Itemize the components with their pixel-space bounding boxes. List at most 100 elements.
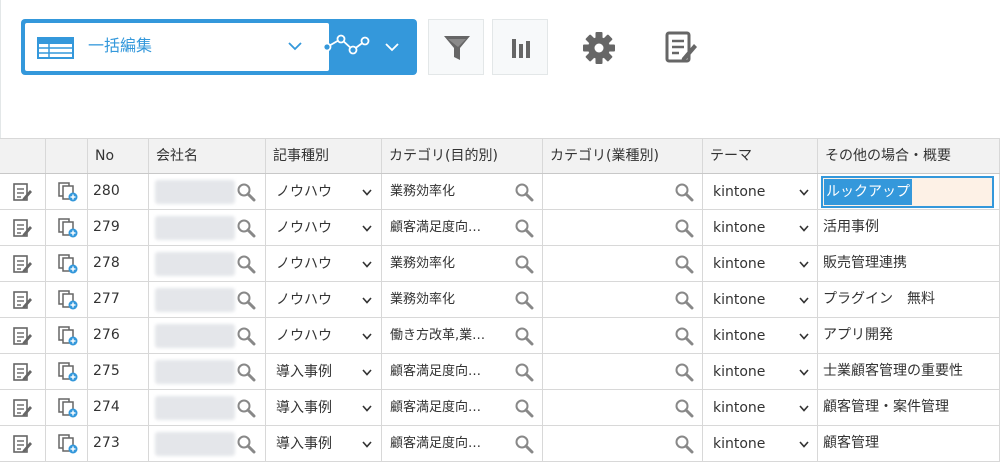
theme-select[interactable]: kintone	[703, 210, 818, 245]
edit-record-button[interactable]	[0, 282, 46, 317]
category-industry-field[interactable]	[543, 390, 703, 425]
view-dropdown[interactable]: 一括編集	[25, 23, 329, 71]
theme-select[interactable]: kintone	[703, 174, 818, 209]
copy-record-button[interactable]	[46, 282, 88, 317]
theme-dropdown[interactable]: kintone	[705, 359, 815, 385]
other-summary-field[interactable]: 顧客管理・案件管理	[818, 390, 1000, 425]
category-purpose-field[interactable]: 業務効率化	[382, 282, 543, 317]
theme-dropdown[interactable]: kintone	[705, 431, 815, 457]
copy-record-button[interactable]	[46, 318, 88, 353]
lookup-search-icon[interactable]	[674, 254, 694, 274]
category-industry-field[interactable]	[543, 282, 703, 317]
category-purpose-field[interactable]: 顧客満足度向…	[382, 426, 543, 461]
article-type-dropdown[interactable]: 導入事例	[268, 431, 378, 457]
company-name-field[interactable]	[149, 390, 266, 425]
category-industry-field[interactable]	[543, 210, 703, 245]
lookup-search-icon[interactable]	[514, 398, 534, 418]
edit-record-button[interactable]	[0, 210, 46, 245]
header-other-summary[interactable]: その他の場合・概要	[818, 139, 1000, 173]
company-name-field[interactable]	[149, 174, 266, 209]
category-industry-field[interactable]	[543, 426, 703, 461]
edit-record-button[interactable]	[0, 246, 46, 281]
copy-record-button[interactable]	[46, 210, 88, 245]
edit-record-button[interactable]	[0, 426, 46, 461]
other-summary-field[interactable]: アプリ開発	[818, 318, 1000, 353]
theme-select[interactable]: kintone	[703, 246, 818, 281]
other-summary-field[interactable]: 販売管理連携	[818, 246, 1000, 281]
company-name-field[interactable]	[149, 246, 266, 281]
lookup-search-icon[interactable]	[236, 290, 256, 310]
lookup-search-icon[interactable]	[514, 326, 534, 346]
other-summary-field[interactable]: プラグイン 無料	[818, 282, 1000, 317]
lookup-search-icon[interactable]	[514, 254, 534, 274]
theme-dropdown[interactable]: kintone	[705, 395, 815, 421]
lookup-search-icon[interactable]	[236, 326, 256, 346]
company-name-field[interactable]	[149, 210, 266, 245]
theme-dropdown[interactable]: kintone	[705, 323, 815, 349]
theme-dropdown[interactable]: kintone	[705, 251, 815, 277]
active-edit-field[interactable]: ルックアップ	[821, 176, 994, 208]
article-type-dropdown[interactable]: ノウハウ	[268, 251, 378, 277]
header-company[interactable]: 会社名	[149, 139, 266, 173]
copy-record-button[interactable]	[46, 390, 88, 425]
company-name-field[interactable]	[149, 318, 266, 353]
article-type-dropdown[interactable]: 導入事例	[268, 359, 378, 385]
lookup-search-icon[interactable]	[514, 290, 534, 310]
category-purpose-field[interactable]: 顧客満足度向…	[382, 354, 543, 389]
header-category-purpose[interactable]: カテゴリ(目的別)	[382, 139, 543, 173]
graph-dropdown-button[interactable]	[313, 19, 417, 75]
other-summary-field[interactable]: ルックアップ	[818, 174, 1000, 209]
other-summary-field[interactable]: 顧客管理	[818, 426, 1000, 461]
lookup-search-icon[interactable]	[514, 362, 534, 382]
category-purpose-field[interactable]: 顧客満足度向…	[382, 390, 543, 425]
company-name-field[interactable]	[149, 426, 266, 461]
theme-select[interactable]: kintone	[703, 426, 818, 461]
graph-button[interactable]	[492, 19, 548, 75]
category-industry-field[interactable]	[543, 354, 703, 389]
header-category-industry[interactable]: カテゴリ(業種別)	[543, 139, 703, 173]
article-type-dropdown[interactable]: ノウハウ	[268, 323, 378, 349]
article-type-dropdown[interactable]: ノウハウ	[268, 215, 378, 241]
lookup-search-icon[interactable]	[674, 434, 694, 454]
lookup-search-icon[interactable]	[236, 434, 256, 454]
header-no[interactable]: No	[88, 139, 149, 173]
category-purpose-field[interactable]: 業務効率化	[382, 246, 543, 281]
copy-record-button[interactable]	[46, 174, 88, 209]
article-type-select[interactable]: 導入事例	[266, 354, 382, 389]
edit-record-button[interactable]	[0, 318, 46, 353]
category-industry-field[interactable]	[543, 174, 703, 209]
copy-record-button[interactable]	[46, 246, 88, 281]
lookup-search-icon[interactable]	[674, 398, 694, 418]
article-type-select[interactable]: ノウハウ	[266, 318, 382, 353]
edit-record-button[interactable]	[0, 390, 46, 425]
copy-record-button[interactable]	[46, 354, 88, 389]
edit-form-icon[interactable]	[663, 31, 699, 65]
lookup-search-icon[interactable]	[674, 362, 694, 382]
theme-select[interactable]: kintone	[703, 318, 818, 353]
lookup-search-icon[interactable]	[236, 254, 256, 274]
header-article-type[interactable]: 記事種別	[266, 139, 382, 173]
article-type-dropdown[interactable]: 導入事例	[268, 395, 378, 421]
theme-dropdown[interactable]: kintone	[705, 287, 815, 313]
category-purpose-field[interactable]: 働き方改革,業…	[382, 318, 543, 353]
category-purpose-field[interactable]: 顧客満足度向…	[382, 210, 543, 245]
category-industry-field[interactable]	[543, 318, 703, 353]
lookup-search-icon[interactable]	[514, 182, 534, 202]
company-name-field[interactable]	[149, 282, 266, 317]
company-name-field[interactable]	[149, 354, 266, 389]
lookup-search-icon[interactable]	[674, 290, 694, 310]
lookup-search-icon[interactable]	[674, 218, 694, 238]
theme-dropdown[interactable]: kintone	[705, 179, 815, 205]
filter-button[interactable]	[428, 19, 484, 75]
article-type-select[interactable]: 導入事例	[266, 426, 382, 461]
lookup-search-icon[interactable]	[674, 182, 694, 202]
other-summary-field[interactable]: 活用事例	[818, 210, 1000, 245]
theme-select[interactable]: kintone	[703, 390, 818, 425]
article-type-select[interactable]: ノウハウ	[266, 246, 382, 281]
lookup-search-icon[interactable]	[514, 434, 534, 454]
copy-record-button[interactable]	[46, 426, 88, 461]
lookup-search-icon[interactable]	[514, 218, 534, 238]
article-type-dropdown[interactable]: ノウハウ	[268, 287, 378, 313]
theme-select[interactable]: kintone	[703, 282, 818, 317]
article-type-select[interactable]: 導入事例	[266, 390, 382, 425]
